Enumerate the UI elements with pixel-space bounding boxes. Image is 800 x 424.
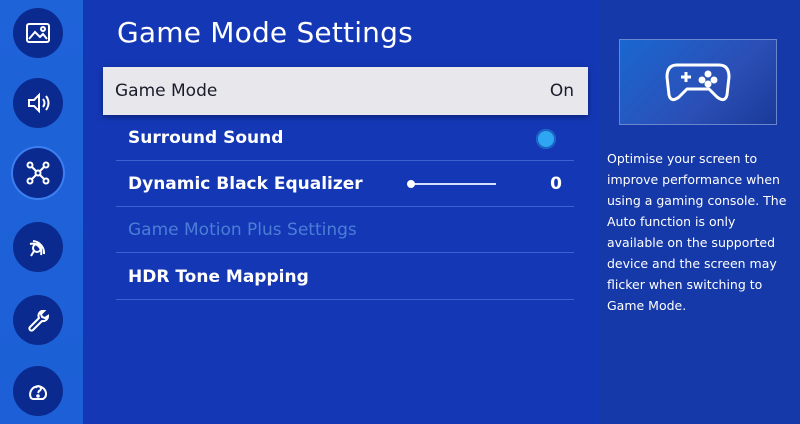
dynamic-black-equalizer-value: 0 (550, 174, 562, 194)
picture-settings-button[interactable] (13, 8, 63, 58)
support-icon (29, 385, 48, 400)
game-mode-value: On (549, 81, 574, 101)
surround-sound-label: Surround Sound (128, 127, 284, 148)
category-sidebar (0, 0, 83, 424)
wrench-icon (28, 310, 49, 332)
broadcast-settings-button[interactable] (13, 222, 63, 272)
surround-sound-toggle[interactable] (536, 129, 556, 149)
sound-icon (28, 92, 50, 114)
hdr-tone-mapping-label: HDR Tone Mapping (128, 266, 309, 287)
general-settings-button[interactable] (13, 295, 63, 345)
dynamic-black-equalizer-row[interactable]: Dynamic Black Equalizer 0 (116, 161, 574, 207)
page-title: Game Mode Settings (117, 16, 413, 49)
info-panel: Optimise your screen to improve performa… (599, 0, 800, 424)
game-mode-row[interactable]: Game Mode On (103, 67, 588, 115)
slider-knob[interactable] (407, 180, 415, 188)
description-text: Optimise your screen to improve performa… (607, 151, 787, 313)
game-mode-label: Game Mode (115, 81, 218, 101)
network-icon (26, 161, 50, 185)
surround-sound-row[interactable]: Surround Sound (116, 115, 574, 161)
game-motion-plus-settings-row: Game Motion Plus Settings (116, 207, 574, 253)
hdr-tone-mapping-row[interactable]: HDR Tone Mapping (116, 254, 574, 300)
game-motion-plus-settings-label: Game Motion Plus Settings (128, 219, 357, 240)
dynamic-black-equalizer-label: Dynamic Black Equalizer (128, 173, 363, 194)
preview-image (619, 39, 777, 125)
picture-icon (26, 23, 50, 43)
gamepad-icon (665, 63, 731, 102)
connection-settings-button[interactable] (13, 148, 63, 198)
dynamic-black-equalizer-slider[interactable] (407, 180, 496, 188)
broadcast-icon (29, 240, 46, 257)
settings-panel: Game Mode Settings Game Mode On Surround… (83, 0, 599, 424)
support-button[interactable] (13, 366, 63, 416)
sound-settings-button[interactable] (13, 78, 63, 128)
